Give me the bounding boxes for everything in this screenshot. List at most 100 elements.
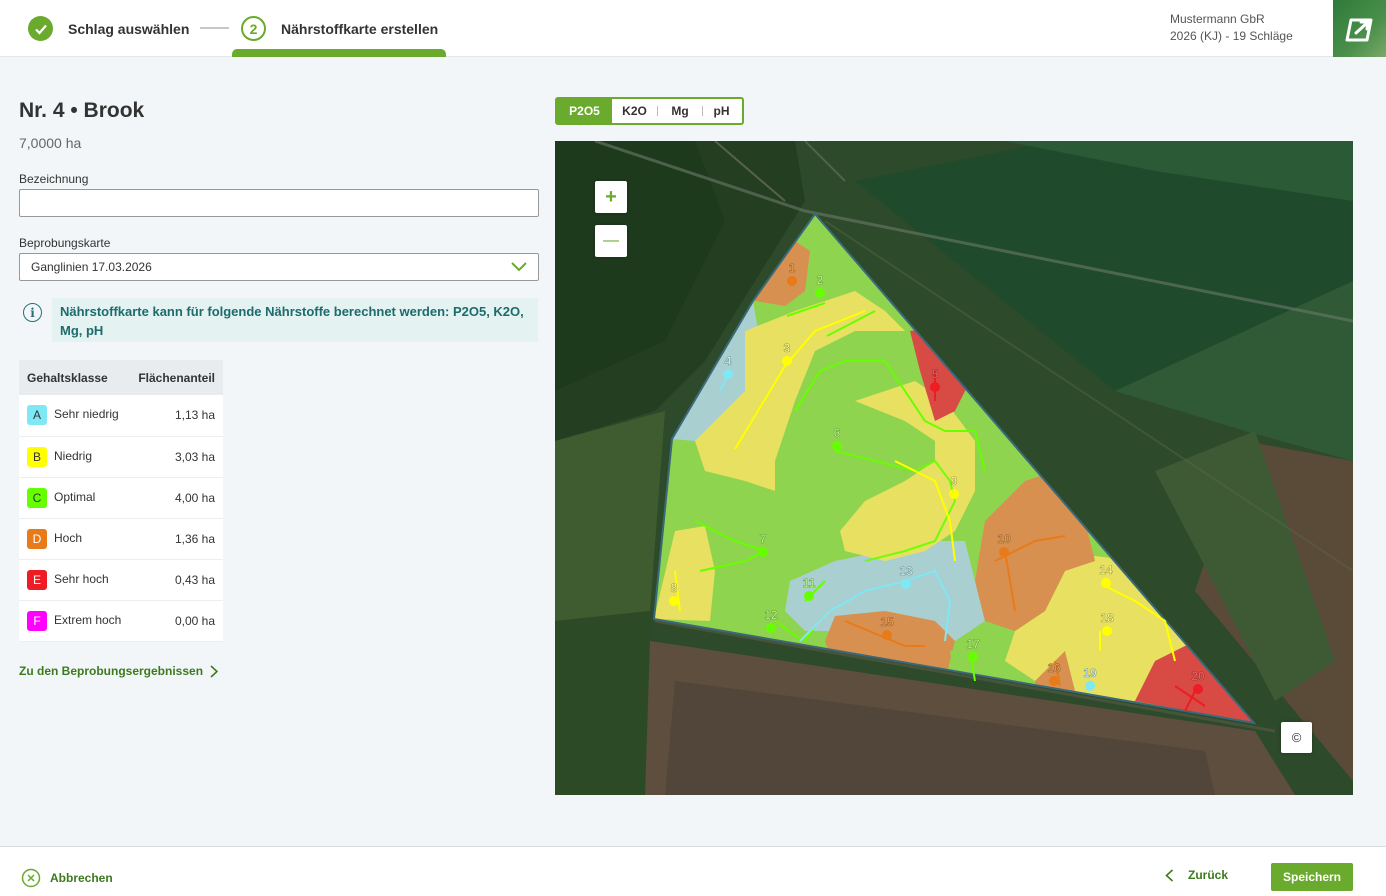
class-cell: F Extrem hoch xyxy=(19,600,127,642)
sample-point-label: 18 xyxy=(1100,611,1114,625)
save-button[interactable]: Speichern xyxy=(1271,863,1353,891)
sample-point-label: 2 xyxy=(817,273,824,287)
sample-point-label: 19 xyxy=(1083,666,1097,680)
tab-p2o5[interactable]: P2O5 xyxy=(557,99,612,123)
class-badge: F xyxy=(27,610,47,631)
table-row: C Optimal 4,00 ha xyxy=(19,477,223,519)
sample-point-marker xyxy=(782,356,792,366)
sample-point-label: 1 xyxy=(789,261,796,275)
sample-point-label: 17 xyxy=(966,637,980,651)
beprobungskarte-select[interactable]: Ganglinien 17.03.2026 xyxy=(19,253,539,281)
sample-point-marker xyxy=(1193,684,1203,694)
class-label: Sehr hoch xyxy=(54,571,109,586)
sample-point-marker xyxy=(968,652,978,662)
sample-results-link[interactable]: Zu den Beprobungsergebnissen xyxy=(19,664,219,678)
step-divider xyxy=(200,27,229,29)
column-header-class: Gehaltsklasse xyxy=(19,360,127,395)
cancel-button[interactable]: Abbrechen xyxy=(21,868,113,888)
class-cell: E Sehr hoch xyxy=(19,559,127,601)
sample-point-marker xyxy=(949,489,959,499)
class-label: Niedrig xyxy=(54,448,93,463)
sample-point-label: 4 xyxy=(725,354,732,368)
sample-point-label: 10 xyxy=(997,532,1011,546)
company-name: Mustermann GbR xyxy=(1170,12,1265,26)
area-cell: 0,43 ha xyxy=(126,559,223,601)
info-message: i Nährstoffkarte kann für folgende Nährs… xyxy=(19,298,539,343)
column-header-area: Flächenanteil xyxy=(126,360,223,395)
zoom-in-button[interactable]: + xyxy=(595,181,627,213)
sample-point-label: 5 xyxy=(932,367,939,381)
sample-point[interactable]: 11 xyxy=(802,576,816,601)
top-header: Schlag auswählen 2 Nährstoffkarte erstel… xyxy=(0,0,1386,57)
sample-point-marker xyxy=(930,382,940,392)
step-label: Nährstoffkarte erstellen xyxy=(281,20,439,37)
step-select-field[interactable]: Schlag auswählen xyxy=(28,0,189,57)
table-row: A Sehr niedrig 1,13 ha xyxy=(19,395,223,437)
class-badge: D xyxy=(27,528,47,549)
check-icon xyxy=(28,16,53,41)
class-label: Sehr niedrig xyxy=(54,407,119,422)
info-icon: i xyxy=(23,303,42,322)
sample-point-marker xyxy=(1101,578,1111,588)
app-logo-icon xyxy=(1345,18,1372,41)
nutrient-tabs: P2O5 K2O Mg pH xyxy=(555,97,744,125)
table-row: D Hoch 1,36 ha xyxy=(19,518,223,560)
field-title: Nr. 4 • Brook xyxy=(19,99,145,122)
sample-point-label: 8 xyxy=(671,581,678,595)
field-area: 7,0000 ha xyxy=(19,135,82,151)
class-cell: D Hoch xyxy=(19,518,127,560)
sample-point-marker xyxy=(804,591,814,601)
sample-point-marker xyxy=(758,547,768,557)
sample-point-label: 11 xyxy=(803,576,816,590)
area-cell: 4,00 ha xyxy=(126,477,223,519)
sample-point-marker xyxy=(815,288,825,298)
sample-point-label: 3 xyxy=(784,341,791,355)
sample-point-label: 20 xyxy=(1191,669,1205,683)
sample-point-marker xyxy=(1085,681,1095,691)
class-label: Hoch xyxy=(54,530,83,545)
info-text: Nährstoffkarte kann für folgende Nährsto… xyxy=(52,298,538,342)
company-info[interactable]: Mustermann GbR 2026 (KJ) - 19 Schläge xyxy=(1170,11,1293,45)
attribution-button[interactable]: © xyxy=(1281,722,1312,753)
sample-point-marker xyxy=(1102,626,1112,636)
sample-point-marker xyxy=(723,369,733,379)
sample-point-marker xyxy=(766,623,776,633)
cancel-icon xyxy=(21,868,41,888)
sample-point-marker xyxy=(999,547,1009,557)
sample-point-marker xyxy=(901,579,911,589)
content-class-table: Gehaltsklasse Flächenanteil A Sehr niedri… xyxy=(19,360,223,642)
tab-k2o[interactable]: K2O xyxy=(612,99,657,123)
class-badge: C xyxy=(27,487,47,508)
area-cell: 0,00 ha xyxy=(126,600,223,642)
table-row: F Extrem hoch 0,00 ha xyxy=(19,600,223,642)
select-value: Ganglinien 17.03.2026 xyxy=(31,260,152,274)
bezeichnung-label: Bezeichnung xyxy=(19,172,89,186)
sample-point-label: 13 xyxy=(899,564,913,578)
class-badge: E xyxy=(27,569,47,590)
link-label: Zu den Beprobungsergebnissen xyxy=(19,664,204,678)
class-cell: B Niedrig xyxy=(19,436,127,478)
sample-point-label: 14 xyxy=(1099,563,1113,577)
cancel-label: Abbrechen xyxy=(50,871,113,885)
back-label: Zurück xyxy=(1188,868,1229,882)
app-logo[interactable] xyxy=(1333,0,1386,57)
chevron-down-icon xyxy=(511,262,527,272)
zoom-out-button[interactable]: — xyxy=(595,225,627,257)
map-canvas: 12345678910111213 141516171819 20 xyxy=(555,141,1353,795)
back-button[interactable]: Zurück xyxy=(1165,868,1228,882)
area-cell: 1,13 ha xyxy=(126,395,223,437)
nutrient-map[interactable]: 1 2 3 4 5 6 7 8 9 10 11 12 13 14 15 16 17 18 19 20 + — © xyxy=(555,141,1353,795)
sample-point-label: 12 xyxy=(764,608,778,622)
chevron-right-icon xyxy=(210,664,219,678)
sample-point-marker xyxy=(787,276,797,286)
class-label: Optimal xyxy=(54,489,96,504)
sample-point-marker xyxy=(882,630,892,640)
sample-point-label: 16 xyxy=(1047,661,1061,675)
bezeichnung-input[interactable] xyxy=(19,189,539,217)
area-cell: 1,36 ha xyxy=(126,518,223,560)
tab-mg[interactable]: Mg xyxy=(658,99,702,123)
class-cell: A Sehr niedrig xyxy=(19,395,127,437)
class-badge: A xyxy=(27,405,47,426)
tab-ph[interactable]: pH xyxy=(703,99,740,123)
table-header: Gehaltsklasse Flächenanteil xyxy=(19,360,223,395)
